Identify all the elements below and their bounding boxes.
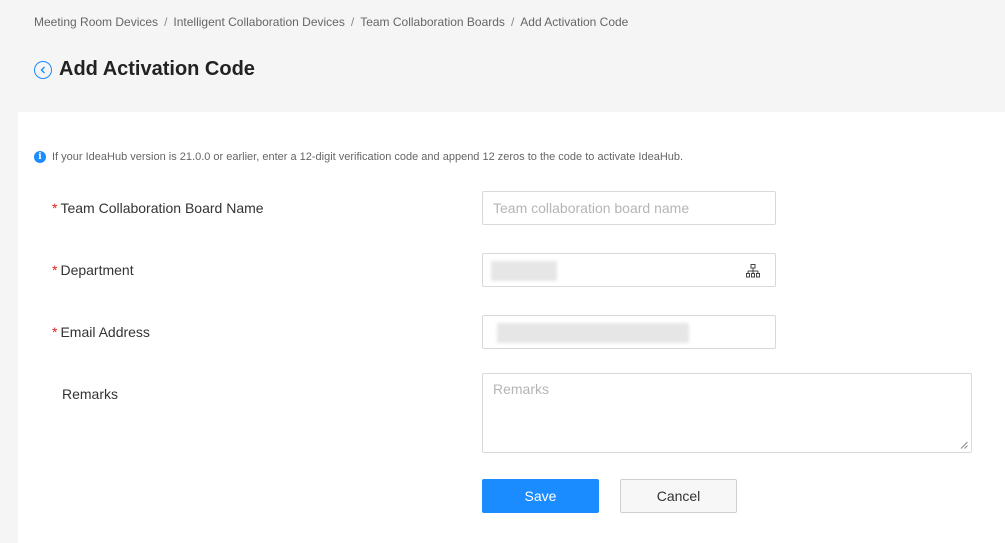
board-name-label: * Team Collaboration Board Name: [52, 200, 264, 216]
breadcrumb-item-intelligent-collaboration-devices[interactable]: Intelligent Collaboration Devices: [173, 15, 344, 29]
info-notice: i If your IdeaHub version is 21.0.0 or e…: [34, 151, 683, 163]
page-title: Add Activation Code: [59, 58, 255, 80]
chevron-left-icon: [40, 66, 45, 73]
department-value-redacted: [491, 261, 557, 281]
breadcrumb: Meeting Room Devices / Intelligent Collabo…: [34, 15, 628, 29]
org-chart-icon[interactable]: [746, 264, 760, 278]
email-label: * Email Address: [52, 324, 150, 340]
cancel-button[interactable]: Cancel: [620, 479, 737, 513]
required-marker: *: [52, 324, 58, 340]
remarks-field: [482, 373, 972, 453]
page-header: Add Activation Code: [34, 58, 255, 81]
breadcrumb-item-team-collaboration-boards[interactable]: Team Collaboration Boards: [360, 15, 505, 29]
remarks-textarea[interactable]: [483, 374, 971, 452]
breadcrumb-separator: /: [510, 15, 515, 29]
breadcrumb-item-current: Add Activation Code: [520, 15, 629, 29]
board-name-input[interactable]: [483, 192, 775, 224]
remarks-label: Remarks: [62, 386, 118, 402]
chevron-left-circle-icon[interactable]: [34, 60, 52, 79]
board-name-label-text: Team Collaboration Board Name: [60, 200, 264, 216]
required-marker: *: [52, 262, 58, 278]
email-field[interactable]: [482, 315, 776, 349]
page: Meeting Room Devices / Intelligent Collabo…: [0, 0, 1005, 543]
department-label: * Department: [52, 262, 134, 278]
email-label-text: Email Address: [60, 324, 150, 340]
board-name-field: [482, 191, 776, 225]
info-icon: i: [34, 151, 46, 163]
remarks-label-text: Remarks: [62, 386, 119, 402]
required-marker: *: [52, 200, 58, 216]
breadcrumb-separator: /: [164, 15, 168, 29]
department-selector[interactable]: [482, 253, 776, 287]
email-value-redacted: [497, 323, 689, 343]
save-button[interactable]: Save: [482, 479, 599, 513]
breadcrumb-item-meeting-room-devices[interactable]: Meeting Room Devices: [34, 15, 158, 29]
breadcrumb-separator: /: [350, 15, 355, 29]
info-notice-text: If your IdeaHub version is 21.0.0 or ear…: [52, 151, 684, 163]
department-label-text: Department: [60, 262, 134, 278]
resize-handle-icon[interactable]: [960, 441, 968, 449]
